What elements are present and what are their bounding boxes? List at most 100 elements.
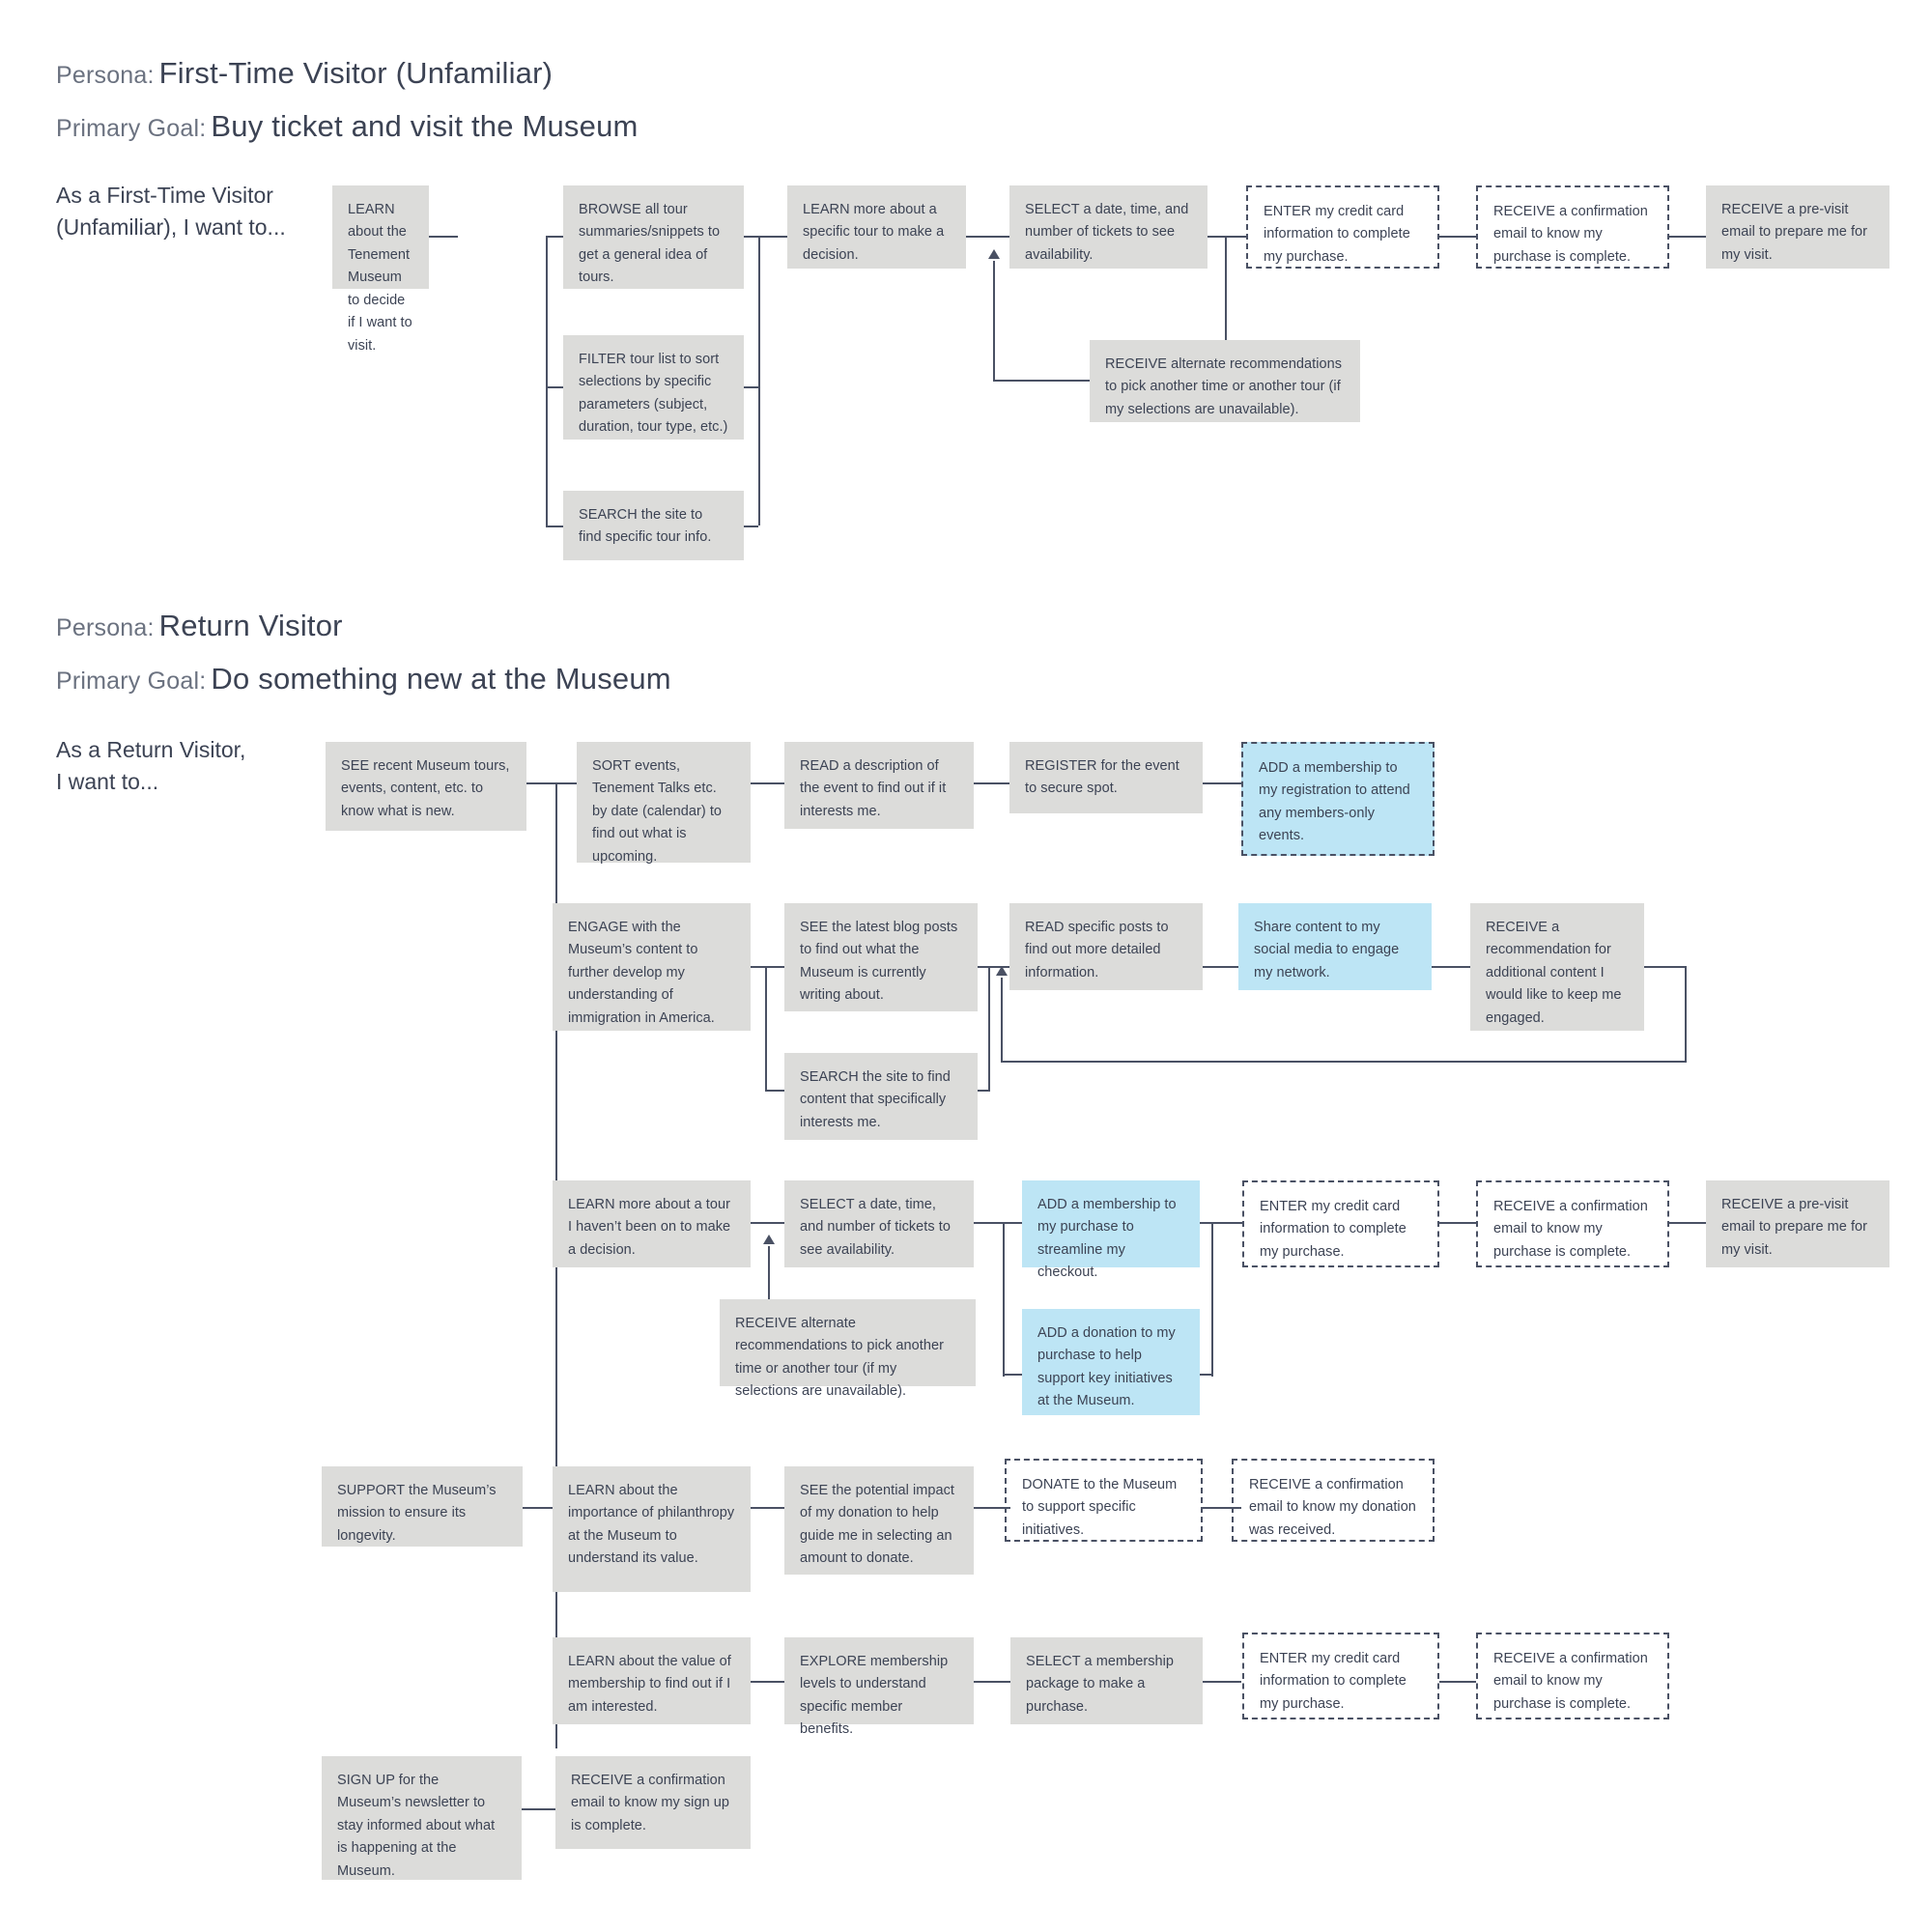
- node-receive-previsit-email[interactable]: RECEIVE a pre-visit email to prepare me …: [1706, 185, 1889, 269]
- node-add-donation[interactable]: ADD a donation to my purchase to help su…: [1022, 1309, 1200, 1415]
- connector: [993, 261, 995, 382]
- node-signup-newsletter[interactable]: SIGN UP for the Museum’s newsletter to s…: [322, 1756, 522, 1880]
- goal-2-label: Primary Goal:: [56, 668, 207, 695]
- node-explore-membership-levels[interactable]: EXPLORE membership levels to understand …: [784, 1637, 974, 1737]
- node-select-membership-package[interactable]: SELECT a membership package to make a pu…: [1010, 1637, 1203, 1724]
- node-browse-tours[interactable]: BROWSE all tour summaries/snippets to ge…: [563, 185, 744, 289]
- goal-2-value: Do something new at the Museum: [211, 662, 671, 696]
- connector: [758, 236, 787, 238]
- node-engage-content[interactable]: ENGAGE with the Museum’s content to furt…: [553, 903, 751, 1031]
- node-see-recent-museum[interactable]: SEE recent Museum tours, events, content…: [326, 742, 526, 831]
- connector: [1203, 1681, 1241, 1683]
- connector: [522, 1507, 555, 1509]
- node-receive-alternate-recommendations[interactable]: RECEIVE alternate recommendations to pic…: [1090, 340, 1360, 422]
- connector: [974, 1222, 1003, 1224]
- arrow-up-icon: [763, 1235, 775, 1244]
- node-filter-tours[interactable]: FILTER tour list to sort selections by s…: [563, 335, 744, 440]
- node-receive-membership-confirmation[interactable]: RECEIVE a confirmation email to know my …: [1476, 1633, 1669, 1719]
- node-enter-credit-card-tour[interactable]: ENTER my credit card information to comp…: [1242, 1180, 1439, 1267]
- arrow-up-icon: [996, 966, 1008, 976]
- node-learn-about-museum[interactable]: LEARN about the Tenement Museum to decid…: [332, 185, 429, 354]
- connector: [1001, 1061, 1687, 1063]
- node-receive-purchase-confirmation[interactable]: RECEIVE a confirmation email to know my …: [1476, 185, 1669, 269]
- node-receive-previsit-email-return[interactable]: RECEIVE a pre-visit email to prepare me …: [1706, 1180, 1889, 1267]
- connector: [546, 526, 563, 527]
- connector: [966, 236, 1009, 238]
- node-search-content[interactable]: SEARCH the site to find content that spe…: [784, 1053, 978, 1140]
- persona-2-line: Persona: Return Visitor: [56, 611, 343, 640]
- connector: [1211, 1222, 1242, 1224]
- node-support-mission[interactable]: SUPPORT the Museum’s mission to ensure i…: [322, 1466, 523, 1547]
- connector: [751, 1222, 784, 1224]
- node-learn-philanthropy[interactable]: LEARN about the importance of philanthro…: [553, 1466, 751, 1592]
- connector: [555, 782, 577, 784]
- connector: [429, 236, 458, 238]
- connector: [1439, 1222, 1476, 1224]
- node-read-specific-posts[interactable]: READ specific posts to find out more det…: [1009, 903, 1203, 990]
- node-enter-credit-card[interactable]: ENTER my credit card information to comp…: [1246, 185, 1439, 269]
- connector: [1003, 1222, 1005, 1377]
- node-add-membership-registration[interactable]: ADD a membership to my registration to a…: [1241, 742, 1435, 856]
- connector: [546, 236, 563, 238]
- node-sort-events[interactable]: SORT events, Tenement Talks etc. by date…: [577, 742, 751, 865]
- connector: [988, 966, 990, 1092]
- node-receive-donation-confirmation[interactable]: RECEIVE a confirmation email to know my …: [1232, 1459, 1435, 1542]
- connector: [993, 380, 1090, 382]
- node-receive-alternate-recommendations-return[interactable]: RECEIVE alternate recommendations to pic…: [720, 1299, 976, 1399]
- connector: [751, 1507, 784, 1509]
- connector: [744, 526, 758, 527]
- connector: [1200, 1222, 1211, 1224]
- node-add-membership-checkout[interactable]: ADD a membership to my purchase to strea…: [1022, 1180, 1200, 1280]
- node-select-date-time-return[interactable]: SELECT a date, time, and number of ticke…: [784, 1180, 974, 1267]
- connector: [1432, 966, 1470, 968]
- persona-1-value: First-Time Visitor (Unfamiliar): [158, 56, 554, 90]
- journey-map-canvas: Persona: First-Time Visitor (Unfamiliar) …: [0, 0, 1932, 1932]
- connector: [765, 966, 784, 968]
- node-receive-purchase-confirmation-return[interactable]: RECEIVE a confirmation email to know my …: [1476, 1180, 1669, 1267]
- connector: [1003, 1222, 1022, 1224]
- persona-2-value: Return Visitor: [158, 609, 343, 642]
- connector: [1644, 966, 1685, 968]
- connector: [1001, 978, 1003, 1063]
- connector: [1685, 966, 1687, 1061]
- connector: [751, 966, 765, 968]
- connector: [758, 236, 760, 526]
- connector: [765, 966, 767, 1092]
- node-see-donation-impact[interactable]: SEE the potential impact of my donation …: [784, 1466, 974, 1575]
- goal-1-line: Primary Goal: Buy ticket and visit the Mu…: [56, 111, 639, 141]
- node-receive-signup-confirmation[interactable]: RECEIVE a confirmation email to know my …: [555, 1756, 751, 1849]
- connector: [765, 1090, 784, 1092]
- connector: [974, 1681, 1010, 1683]
- node-enter-credit-card-membership[interactable]: ENTER my credit card information to comp…: [1242, 1633, 1439, 1719]
- goal-2-line: Primary Goal: Do something new at the Mus…: [56, 664, 671, 694]
- connector: [744, 386, 758, 388]
- connector: [744, 236, 758, 238]
- node-read-event-description[interactable]: READ a description of the event to find …: [784, 742, 974, 829]
- connector: [1003, 1374, 1022, 1376]
- persona-1-line: Persona: First-Time Visitor (Unfamiliar): [56, 58, 553, 88]
- goal-1-value: Buy ticket and visit the Museum: [211, 109, 639, 143]
- node-learn-more-new-tour[interactable]: LEARN more about a tour I haven’t been o…: [553, 1180, 751, 1267]
- node-share-social-media[interactable]: Share content to my social media to enga…: [1238, 903, 1432, 990]
- connector: [1203, 966, 1241, 968]
- node-donate-museum[interactable]: DONATE to the Museum to support specific…: [1005, 1459, 1203, 1542]
- connector: [546, 386, 563, 388]
- node-see-latest-blog-posts[interactable]: SEE the latest blog posts to find out wh…: [784, 903, 978, 1011]
- persona-2-label: Persona:: [56, 614, 155, 641]
- node-register-event[interactable]: REGISTER for the event to secure spot.: [1009, 742, 1203, 813]
- node-select-date-time[interactable]: SELECT a date, time, and number of ticke…: [1009, 185, 1208, 269]
- connector: [974, 782, 1009, 784]
- connector: [1439, 1681, 1476, 1683]
- node-learn-more-tour[interactable]: LEARN more about a specific tour to make…: [787, 185, 966, 269]
- connector: [522, 1808, 555, 1810]
- node-learn-membership-value[interactable]: LEARN about the value of membership to f…: [553, 1637, 751, 1724]
- connector: [1439, 236, 1476, 238]
- node-search-tour-info[interactable]: SEARCH the site to find specific tour in…: [563, 491, 744, 560]
- row-label-return-visitor: As a Return Visitor, I want to...: [56, 737, 246, 795]
- node-receive-content-recommendation[interactable]: RECEIVE a recommendation for additional …: [1470, 903, 1644, 1031]
- connector: [751, 1681, 784, 1683]
- goal-1-label: Primary Goal:: [56, 115, 207, 142]
- connector: [1669, 1222, 1706, 1224]
- connector: [751, 782, 784, 784]
- connector: [1208, 236, 1246, 238]
